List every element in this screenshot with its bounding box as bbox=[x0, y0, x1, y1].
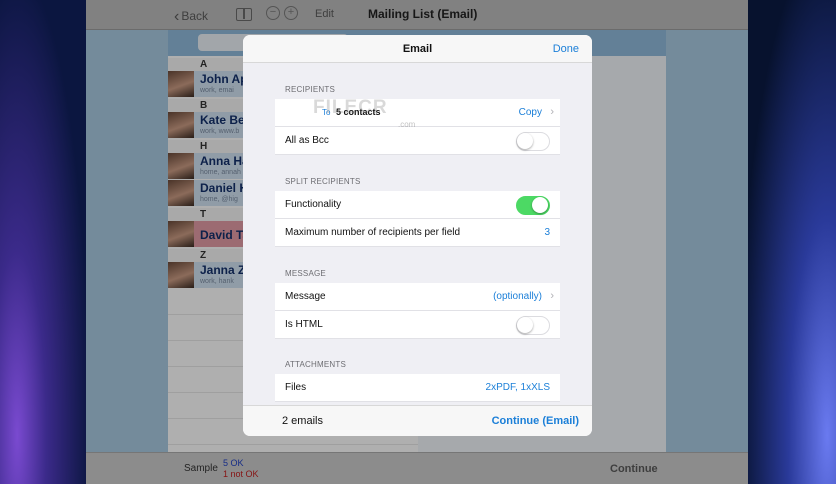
dialog-footer: 2 emails Continue (Email) bbox=[243, 405, 592, 436]
functionality-label: Functionality bbox=[285, 199, 342, 210]
max-recipients-label: Maximum number of recipients per field bbox=[285, 227, 461, 238]
toggle-knob bbox=[517, 133, 533, 149]
continue-email-button[interactable]: Continue (Email) bbox=[492, 415, 579, 427]
files-value: 2xPDF, 1xXLS bbox=[485, 382, 550, 393]
toggle-knob bbox=[532, 197, 548, 213]
done-button[interactable]: Done bbox=[553, 43, 579, 55]
html-label: Is HTML bbox=[285, 319, 323, 330]
desktop-wallpaper-right bbox=[748, 0, 836, 484]
toggle-knob bbox=[517, 317, 533, 333]
max-recipients-value: 3 bbox=[544, 227, 550, 238]
section-header-split: SPLIT RECIPIENTS bbox=[285, 177, 361, 186]
section-header-attachments: ATTACHMENTS bbox=[285, 360, 347, 369]
chevron-right-icon: › bbox=[550, 290, 554, 302]
message-label: Message bbox=[285, 291, 326, 302]
functionality-toggle[interactable] bbox=[516, 196, 550, 215]
chevron-right-icon: › bbox=[550, 106, 554, 118]
message-row[interactable]: Message (optionally) › bbox=[275, 283, 560, 311]
watermark-logo: FILECR bbox=[313, 97, 388, 118]
email-dialog: Email Done RECIPIENTS To 5 contacts Copy… bbox=[243, 35, 592, 436]
bcc-label: All as Bcc bbox=[285, 135, 329, 146]
section-header-recipients: RECIPIENTS bbox=[285, 85, 336, 94]
watermark-suffix: .com bbox=[398, 120, 416, 129]
bcc-row: All as Bcc bbox=[275, 127, 560, 155]
dialog-title: Email bbox=[402, 43, 433, 55]
dialog-header: Email Done bbox=[243, 35, 592, 63]
max-recipients-row[interactable]: Maximum number of recipients per field 3 bbox=[275, 219, 560, 247]
functionality-row: Functionality bbox=[275, 191, 560, 219]
section-header-message: MESSAGE bbox=[285, 269, 326, 278]
desktop-wallpaper-left bbox=[0, 0, 86, 484]
files-label: Files bbox=[285, 382, 307, 393]
html-row: Is HTML bbox=[275, 311, 560, 339]
html-toggle[interactable] bbox=[516, 316, 550, 335]
email-count: 2 emails bbox=[282, 415, 323, 427]
message-value: (optionally) bbox=[493, 291, 542, 302]
files-row[interactable]: Files 2xPDF, 1xXLS bbox=[275, 374, 560, 402]
bcc-toggle[interactable] bbox=[516, 132, 550, 151]
copy-button[interactable]: Copy bbox=[519, 107, 542, 118]
